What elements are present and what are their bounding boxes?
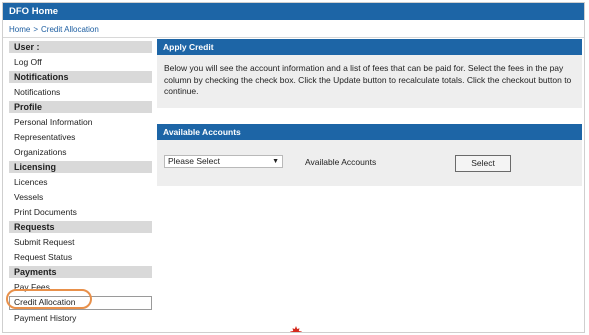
- sidebar-item-payment-history[interactable]: Payment History: [9, 312, 152, 324]
- sidebar-item-pay-fees[interactable]: Pay Fees: [9, 281, 152, 293]
- account-select-value: Please Select: [168, 156, 220, 166]
- sidebar-item-credit-allocation[interactable]: Credit Allocation: [9, 296, 152, 310]
- app-header: DFO Home: [3, 3, 584, 20]
- sidebar-item-licences[interactable]: Licences: [9, 176, 152, 188]
- apply-credit-instructions: Below you will see the account informati…: [164, 63, 572, 96]
- sidebar-item-notifications[interactable]: Notifications: [9, 86, 152, 98]
- sidebar-section-notifications: Notifications: [9, 71, 152, 83]
- sidebar-item-organizations[interactable]: Organizations: [9, 146, 152, 158]
- apply-credit-title: Apply Credit: [157, 39, 582, 55]
- sidebar-item-personal-information[interactable]: Personal Information: [9, 116, 152, 128]
- sidebar: User : Log Off Notifications Notificatio…: [6, 41, 152, 327]
- sidebar-section-licensing: Licensing: [9, 161, 152, 173]
- select-button[interactable]: Select: [455, 155, 511, 172]
- breadcrumb: Home > Credit Allocation: [9, 25, 99, 34]
- sidebar-item-vessels[interactable]: Vessels: [9, 191, 152, 203]
- app-title[interactable]: DFO Home: [9, 6, 58, 17]
- sidebar-item-log-off[interactable]: Log Off: [9, 56, 152, 68]
- sidebar-section-user: User :: [9, 41, 152, 53]
- sidebar-item-representatives[interactable]: Representatives: [9, 131, 152, 143]
- divider: [3, 37, 584, 38]
- maple-leaf-icon: [290, 326, 302, 332]
- breadcrumb-home[interactable]: Home: [9, 25, 30, 34]
- chevron-down-icon: ▼: [272, 158, 279, 165]
- apply-credit-panel: Apply Credit Below you will see the acco…: [157, 39, 582, 108]
- available-accounts-panel: Available Accounts Please Select ▼ Avail…: [157, 124, 582, 186]
- app-frame: DFO Home Home > Credit Allocation User : L…: [2, 2, 585, 333]
- sidebar-item-submit-request[interactable]: Submit Request: [9, 236, 152, 248]
- sidebar-section-requests: Requests: [9, 221, 152, 233]
- breadcrumb-current[interactable]: Credit Allocation: [41, 25, 99, 34]
- available-accounts-label: Available Accounts: [305, 157, 377, 167]
- sidebar-item-request-status[interactable]: Request Status: [9, 251, 152, 263]
- breadcrumb-separator: >: [33, 25, 39, 34]
- sidebar-section-profile: Profile: [9, 101, 152, 113]
- sidebar-section-payments: Payments: [9, 266, 152, 278]
- account-select[interactable]: Please Select ▼: [164, 155, 283, 168]
- sidebar-item-print-documents[interactable]: Print Documents: [9, 206, 152, 218]
- available-accounts-title: Available Accounts: [157, 124, 582, 140]
